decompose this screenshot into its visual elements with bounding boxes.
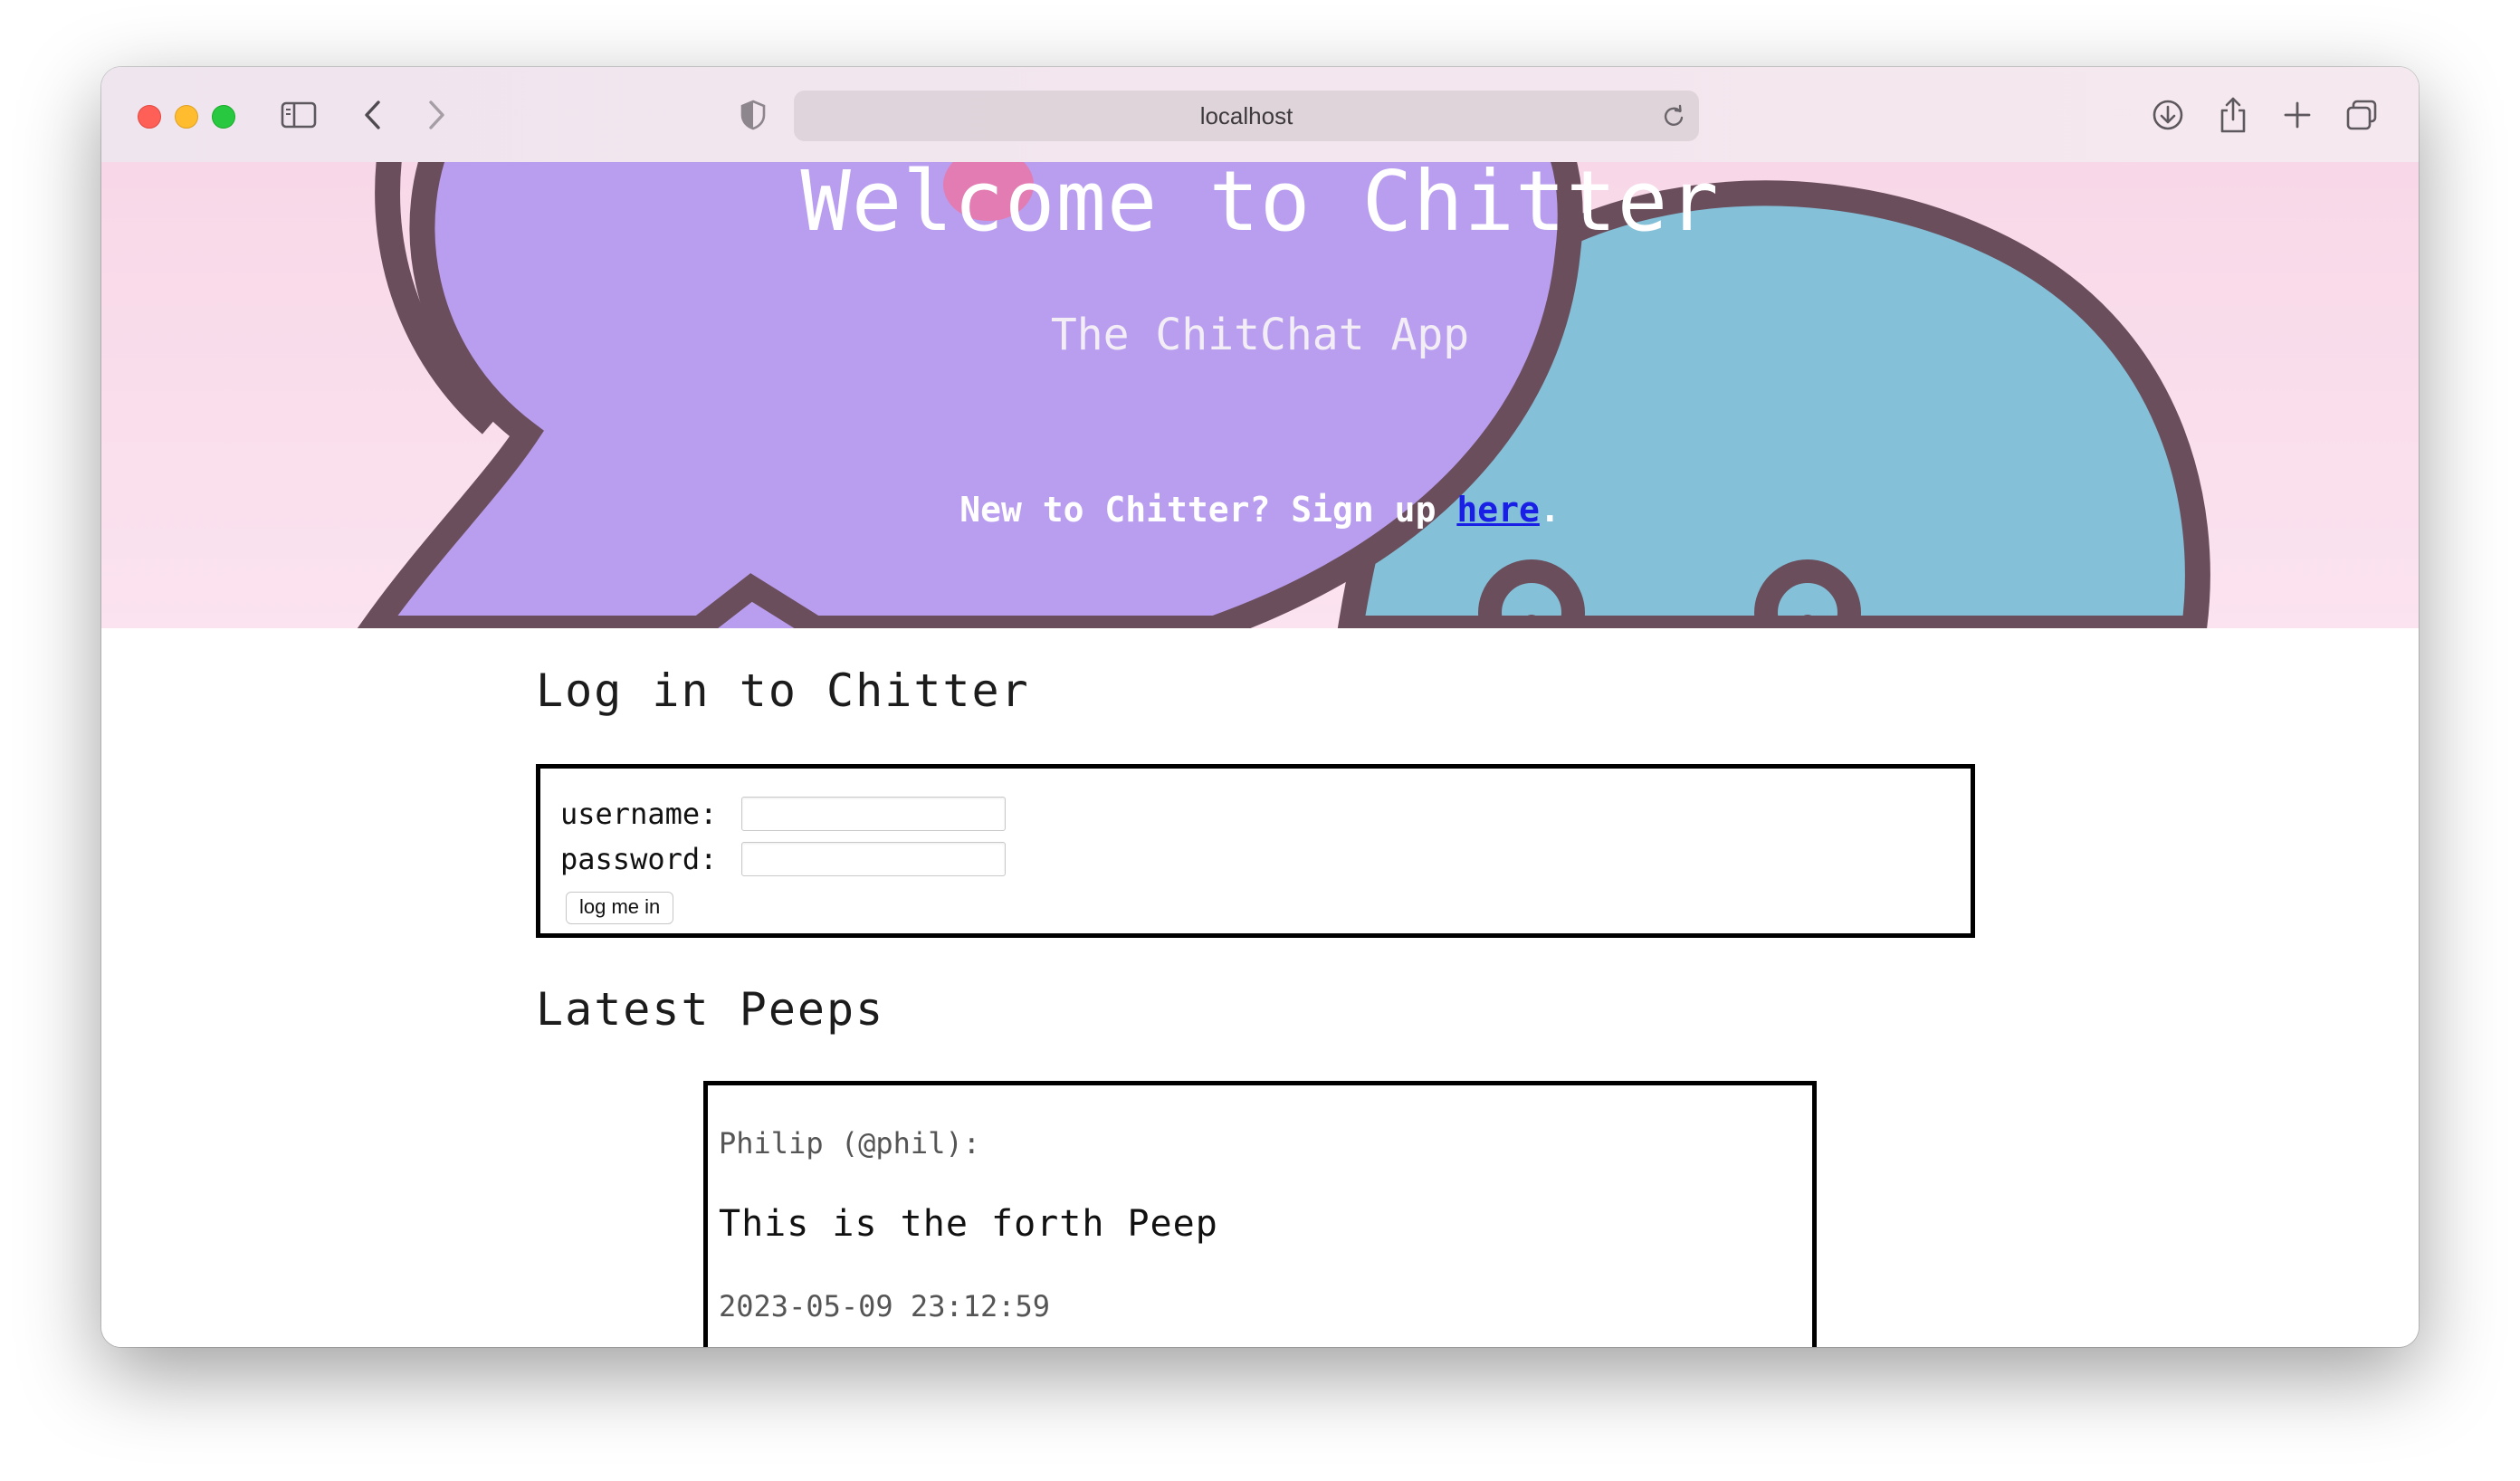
reload-icon[interactable]: [1661, 103, 1686, 132]
username-row: username:: [560, 796, 1006, 832]
minimize-window-button[interactable]: [175, 105, 198, 129]
login-form: username: password: log me in: [536, 764, 1975, 938]
downloads-icon[interactable]: [2147, 94, 2189, 136]
privacy-shield-icon[interactable]: [735, 94, 771, 136]
latest-peeps-heading: Latest Peeps: [536, 983, 885, 1036]
back-icon[interactable]: [355, 94, 391, 136]
browser-window: localhost Welcome to Chitter The ChitCha…: [101, 67, 2419, 1347]
hero-subtitle: The ChitChat App: [1050, 310, 1470, 360]
hero-banner: Welcome to Chitter The ChitChat App New …: [101, 162, 2419, 628]
username-label: username:: [560, 797, 718, 831]
login-button[interactable]: log me in: [566, 892, 674, 924]
share-icon[interactable]: [2212, 94, 2254, 136]
peep-body: This is the forth Peep: [719, 1203, 1218, 1245]
address-bar[interactable]: localhost: [794, 91, 1699, 141]
peep-timestamp: 2023-05-09 23:12:59: [719, 1289, 1051, 1323]
password-input[interactable]: [741, 842, 1006, 876]
password-label: password:: [560, 842, 718, 876]
signup-link[interactable]: here: [1456, 490, 1540, 530]
peep-card: Philip (@phil): This is the forth Peep 2…: [703, 1081, 1817, 1347]
username-input[interactable]: [741, 797, 1006, 831]
peep-author: Philip (@phil):: [719, 1126, 980, 1161]
signup-prompt: New to Chitter? Sign up here.: [101, 490, 2419, 530]
password-row: password:: [560, 841, 1006, 877]
hero-title: Welcome to Chitter: [800, 162, 1720, 250]
page-content: Welcome to Chitter The ChitChat App New …: [101, 162, 2419, 1347]
tab-overview-icon[interactable]: [2341, 94, 2382, 136]
signup-suffix: .: [1539, 490, 1561, 530]
signup-text: New to Chitter? Sign up: [959, 490, 1457, 530]
forward-icon[interactable]: [418, 94, 454, 136]
sidebar-toggle-icon[interactable]: [278, 94, 320, 136]
new-tab-icon[interactable]: [2277, 94, 2318, 136]
close-window-button[interactable]: [138, 105, 161, 129]
login-heading: Log in to Chitter: [536, 664, 1030, 717]
address-text: localhost: [1199, 102, 1293, 129]
browser-toolbar: localhost: [101, 67, 2419, 163]
zoom-window-button[interactable]: [212, 105, 235, 129]
